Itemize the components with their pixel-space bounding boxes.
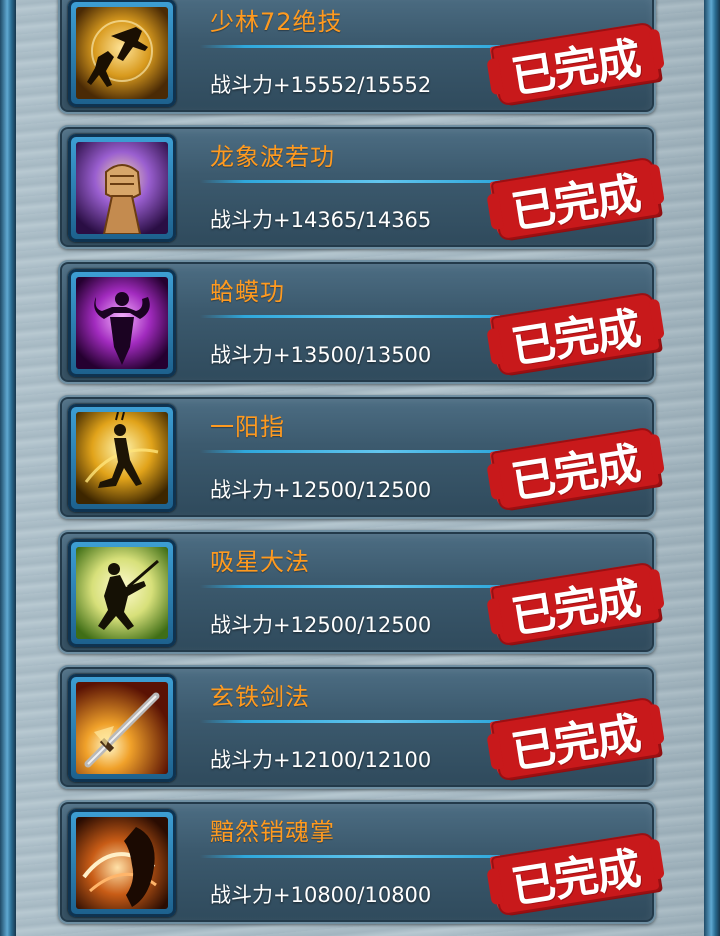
skill-name: 一阳指 — [210, 413, 285, 441]
completed-label: 已完成 — [508, 438, 644, 509]
kick-silhouette-icon — [76, 7, 168, 99]
flexing-figure-icon — [76, 277, 168, 369]
divider-line — [200, 45, 500, 48]
divider-line — [200, 720, 500, 723]
completed-label: 已完成 — [508, 303, 644, 374]
completed-label: 已完成 — [508, 168, 644, 239]
divider-line — [200, 585, 500, 588]
power-value: 战斗力+12500/12500 — [210, 478, 432, 502]
power-value: 战斗力+12500/12500 — [210, 613, 432, 637]
skill-card[interactable]: 少林72绝技 战斗力+15552/15552 已完成 — [58, 0, 660, 114]
skill-icon-frame — [68, 539, 176, 647]
completed-label: 已完成 — [508, 843, 644, 914]
fist-icon — [76, 142, 168, 234]
completed-label: 已完成 — [508, 708, 644, 779]
skill-icon-frame — [68, 809, 176, 917]
skill-icon-frame — [68, 0, 176, 107]
power-value: 战斗力+12100/12100 — [210, 748, 432, 772]
skill-list[interactable]: 少林72绝技 战斗力+15552/15552 已完成 龙象波若功 战斗力+143… — [58, 0, 660, 936]
completed-label: 已完成 — [508, 573, 644, 644]
completed-stamp: 已完成 — [486, 150, 665, 246]
power-value: 战斗力+15552/15552 — [210, 73, 432, 97]
completed-stamp: 已完成 — [486, 825, 665, 921]
power-value: 战斗力+10800/10800 — [210, 883, 432, 907]
palm-swirl-icon — [76, 817, 168, 909]
skill-card[interactable]: 一阳指 战斗力+12500/12500 已完成 — [58, 395, 660, 519]
skill-name: 吸星大法 — [210, 548, 310, 576]
skill-icon-frame — [68, 269, 176, 377]
right-frame-border — [704, 0, 720, 936]
skill-card[interactable]: 玄铁剑法 战斗力+12100/12100 已完成 — [58, 665, 660, 789]
skill-icon-frame — [68, 404, 176, 512]
power-value: 战斗力+14365/14365 — [210, 208, 432, 232]
sword-fighter-icon — [76, 547, 168, 639]
divider-line — [200, 450, 500, 453]
skill-card[interactable]: 蛤蟆功 战斗力+13500/13500 已完成 — [58, 260, 660, 384]
completed-label: 已完成 — [508, 33, 644, 104]
skill-name: 黯然销魂掌 — [210, 818, 335, 846]
skill-name: 蛤蟆功 — [210, 278, 285, 306]
skill-card[interactable]: 吸星大法 战斗力+12500/12500 已完成 — [58, 530, 660, 654]
skill-name: 龙象波若功 — [210, 143, 335, 171]
skill-card[interactable]: 黯然销魂掌 战斗力+10800/10800 已完成 — [58, 800, 660, 924]
skill-icon-frame — [68, 134, 176, 242]
completed-stamp: 已完成 — [486, 420, 665, 516]
skill-name: 玄铁剑法 — [210, 683, 310, 711]
completed-stamp: 已完成 — [486, 285, 665, 381]
finger-pointing-figure-icon — [76, 412, 168, 504]
divider-line — [200, 855, 500, 858]
sword-icon — [76, 682, 168, 774]
completed-stamp: 已完成 — [486, 555, 665, 651]
completed-stamp: 已完成 — [486, 690, 665, 786]
left-frame-border — [0, 0, 16, 936]
divider-line — [200, 315, 500, 318]
power-value: 战斗力+13500/13500 — [210, 343, 432, 367]
skill-name: 少林72绝技 — [210, 8, 343, 36]
divider-line — [200, 180, 500, 183]
completed-stamp: 已完成 — [486, 15, 665, 111]
skill-icon-frame — [68, 674, 176, 782]
skill-card[interactable]: 龙象波若功 战斗力+14365/14365 已完成 — [58, 125, 660, 249]
